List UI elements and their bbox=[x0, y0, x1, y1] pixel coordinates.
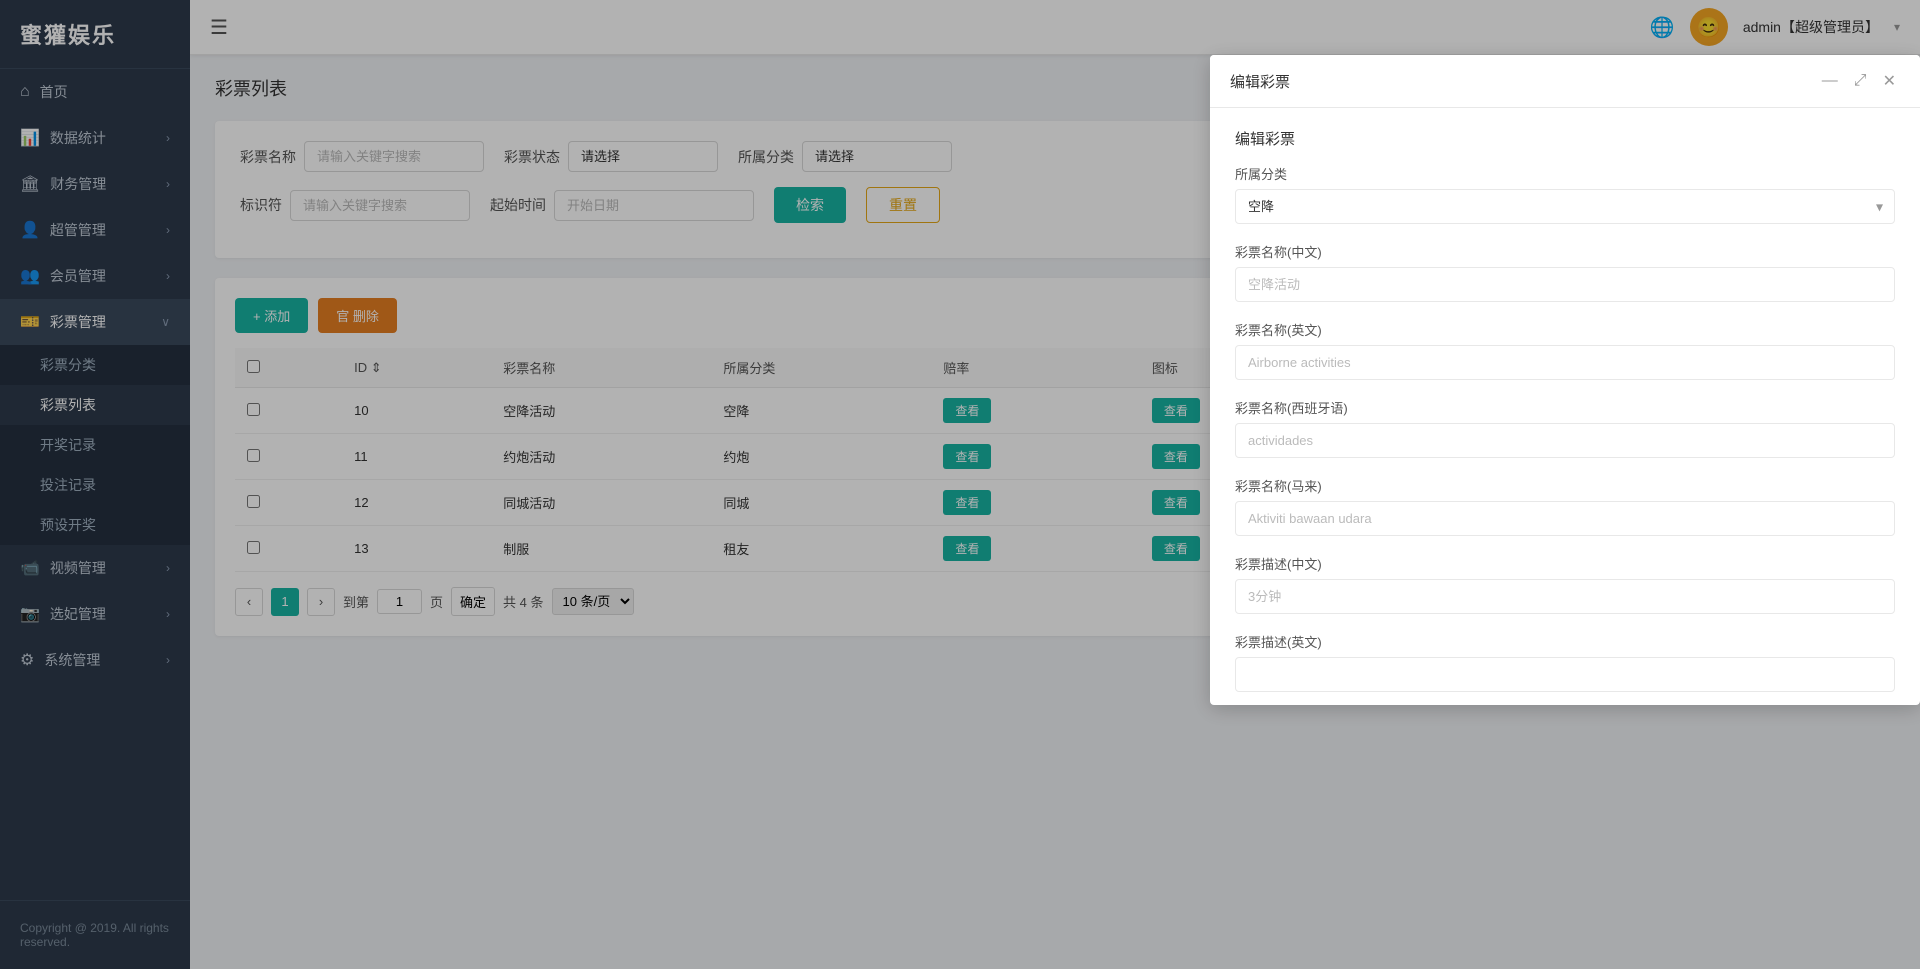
modal-controls: — ⤢ ✕ bbox=[1818, 69, 1900, 93]
name-ms-input[interactable] bbox=[1235, 501, 1895, 536]
edit-modal: 编辑彩票 — ⤢ ✕ 编辑彩票 所属分类 空降 彩票名称(中文) bbox=[1210, 55, 1920, 705]
form-group-desc-cn: 彩票描述(中文) bbox=[1235, 554, 1895, 614]
form-group-desc-en: 彩票描述(英文) bbox=[1235, 632, 1895, 692]
name-en-input[interactable] bbox=[1235, 345, 1895, 380]
name-en-label: 彩票名称(英文) bbox=[1235, 320, 1895, 339]
modal-body: 编辑彩票 所属分类 空降 彩票名称(中文) 彩票名称(英文) bbox=[1210, 108, 1920, 705]
desc-cn-label: 彩票描述(中文) bbox=[1235, 554, 1895, 573]
modal-minimize-button[interactable]: — bbox=[1818, 69, 1842, 93]
modal-close-button[interactable]: ✕ bbox=[1879, 69, 1900, 93]
name-cn-label: 彩票名称(中文) bbox=[1235, 242, 1895, 261]
name-es-input[interactable] bbox=[1235, 423, 1895, 458]
form-group-name-es: 彩票名称(西班牙语) bbox=[1235, 398, 1895, 458]
form-group-name-ms: 彩票名称(马来) bbox=[1235, 476, 1895, 536]
modal-section-title: 编辑彩票 bbox=[1235, 128, 1895, 149]
category-select[interactable]: 空降 bbox=[1235, 189, 1895, 224]
desc-en-input[interactable] bbox=[1235, 657, 1895, 692]
name-cn-input[interactable] bbox=[1235, 267, 1895, 302]
modal-maximize-button[interactable]: ⤢ bbox=[1850, 69, 1871, 93]
desc-en-label: 彩票描述(英文) bbox=[1235, 632, 1895, 651]
form-group-category: 所属分类 空降 bbox=[1235, 164, 1895, 224]
form-group-name-en: 彩票名称(英文) bbox=[1235, 320, 1895, 380]
form-group-name-cn: 彩票名称(中文) bbox=[1235, 242, 1895, 302]
desc-cn-input[interactable] bbox=[1235, 579, 1895, 614]
modal-title: 编辑彩票 bbox=[1230, 71, 1818, 92]
name-es-label: 彩票名称(西班牙语) bbox=[1235, 398, 1895, 417]
modal-overlay: 编辑彩票 — ⤢ ✕ 编辑彩票 所属分类 空降 彩票名称(中文) bbox=[0, 0, 1920, 969]
category-label: 所属分类 bbox=[1235, 164, 1895, 183]
name-ms-label: 彩票名称(马来) bbox=[1235, 476, 1895, 495]
modal-header: 编辑彩票 — ⤢ ✕ bbox=[1210, 55, 1920, 108]
